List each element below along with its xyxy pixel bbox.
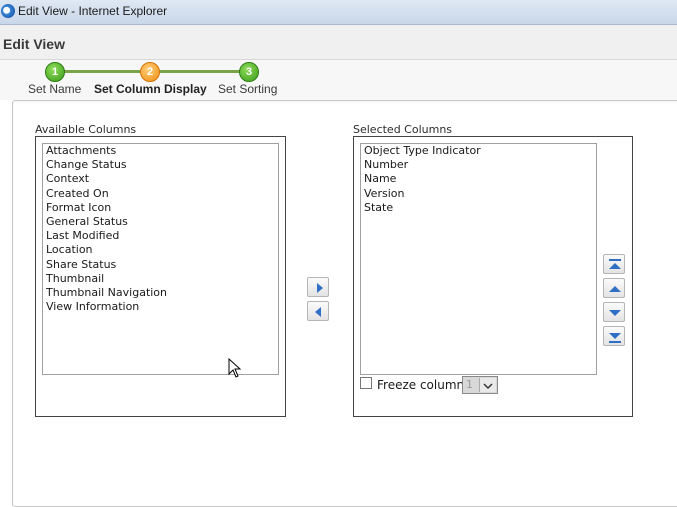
- mouse-cursor-icon: [228, 358, 242, 378]
- selected-columns-heading: Selected Columns: [353, 123, 453, 136]
- list-item[interactable]: Context: [43, 172, 278, 186]
- list-item[interactable]: General Status: [43, 215, 278, 229]
- list-item[interactable]: Created On: [43, 187, 278, 201]
- freeze-column-label: Freeze column: [377, 378, 465, 392]
- step-3-label[interactable]: Set Sorting: [218, 82, 277, 96]
- arrow-left-icon: [315, 307, 321, 317]
- list-item[interactable]: Thumbnail: [43, 272, 278, 286]
- list-item[interactable]: State: [361, 201, 596, 215]
- freeze-column-checkbox[interactable]: [360, 377, 372, 389]
- add-column-button[interactable]: [307, 277, 329, 297]
- step-1-label[interactable]: Set Name: [28, 82, 81, 96]
- available-columns-list[interactable]: Attachments Change Status Context Create…: [42, 143, 279, 375]
- move-up-icon: [609, 286, 621, 292]
- list-item[interactable]: Number: [361, 158, 596, 172]
- page-header: Edit View: [0, 25, 677, 60]
- remove-column-button[interactable]: [307, 301, 329, 321]
- move-down-button[interactable]: [603, 302, 625, 322]
- arrow-right-icon: [317, 283, 323, 293]
- list-item[interactable]: Location: [43, 243, 278, 257]
- selected-columns-list[interactable]: Object Type Indicator Number Name Versio…: [360, 143, 597, 375]
- freeze-column-value: 1: [466, 378, 473, 391]
- step-2-label: Set Column Display: [94, 82, 207, 96]
- list-item[interactable]: Share Status: [43, 258, 278, 272]
- step-1-indicator[interactable]: 1: [45, 62, 65, 82]
- move-bottom-icon: [609, 333, 621, 343]
- window-titlebar: Edit View - Internet Explorer: [0, 0, 677, 25]
- list-item[interactable]: Version: [361, 187, 596, 201]
- internet-explorer-icon: [1, 4, 15, 18]
- list-item[interactable]: View Information: [43, 300, 278, 314]
- list-item[interactable]: Thumbnail Navigation: [43, 286, 278, 300]
- list-item[interactable]: Name: [361, 172, 596, 186]
- step-connector: [158, 70, 240, 73]
- list-item[interactable]: Last Modified: [43, 229, 278, 243]
- move-up-button[interactable]: [603, 278, 625, 298]
- window-title: Edit View - Internet Explorer: [18, 4, 168, 18]
- list-item[interactable]: Format Icon: [43, 201, 278, 215]
- list-item[interactable]: Object Type Indicator: [361, 144, 596, 158]
- step-3-indicator[interactable]: 3: [239, 62, 259, 82]
- move-bottom-button[interactable]: [603, 326, 625, 346]
- move-top-button[interactable]: [603, 254, 625, 274]
- freeze-column-select[interactable]: 1: [462, 376, 498, 394]
- move-down-icon: [609, 310, 621, 316]
- available-columns-heading: Available Columns: [35, 123, 137, 136]
- move-top-icon: [609, 259, 621, 269]
- step-connector: [63, 70, 140, 73]
- list-item[interactable]: Change Status: [43, 158, 278, 172]
- chevron-down-icon: [479, 378, 496, 392]
- wizard-steps: 1 Set Name 2 Set Column Display 3 Set So…: [0, 60, 677, 100]
- step-2-indicator: 2: [140, 62, 160, 82]
- page-title: Edit View: [3, 36, 65, 52]
- list-item[interactable]: Attachments: [43, 144, 278, 158]
